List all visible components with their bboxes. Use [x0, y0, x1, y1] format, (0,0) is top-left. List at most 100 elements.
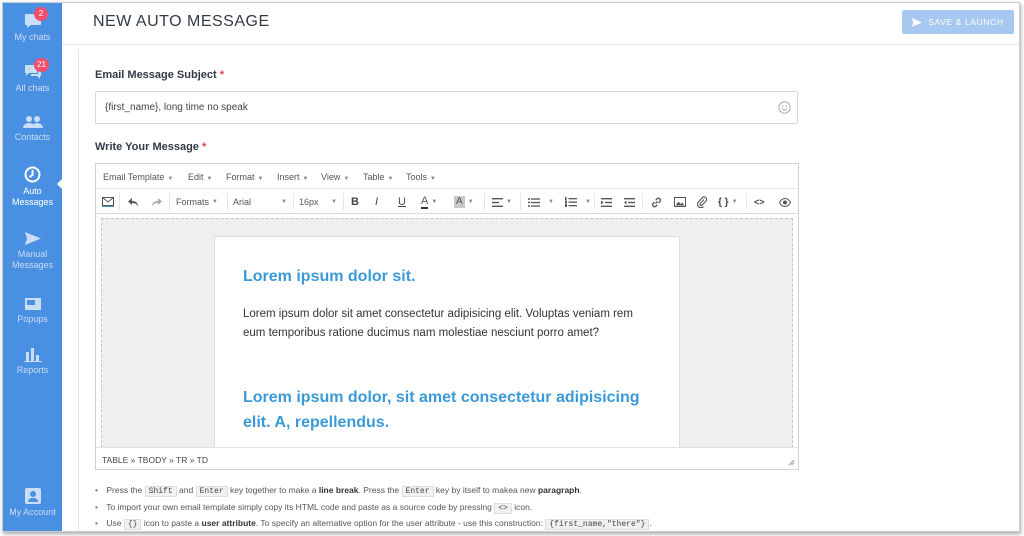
sidebar-item-label: My Account [9, 507, 56, 517]
subject-input[interactable]: {first_name}, long time no speak [95, 91, 798, 124]
editor-canvas[interactable]: Lorem ipsum dolor sit. Lorem ipsum dolor… [101, 218, 793, 448]
indent-button[interactable] [624, 195, 635, 209]
redo-icon [152, 197, 162, 207]
redo-button[interactable] [152, 195, 162, 209]
italic-icon: I [375, 196, 379, 208]
sidebar-item-manual-messages[interactable]: Manual Messages [3, 231, 62, 271]
save-and-launch-button[interactable]: SAVE & LAUNCH [902, 10, 1014, 34]
contacts-icon [22, 116, 43, 128]
email-body[interactable]: Lorem ipsum dolor sit. Lorem ipsum dolor… [214, 236, 680, 447]
sidebar-item-label: Auto Messages [11, 186, 54, 207]
menu-view[interactable]: View ▼ [321, 172, 349, 182]
preview-button[interactable] [779, 195, 791, 209]
menu-label: Email Template [103, 172, 165, 182]
font-family-dropdown[interactable]: Arial ▼ [233, 195, 287, 209]
font-color-icon: A [421, 194, 429, 209]
sidebar-item-auto-messages[interactable]: Auto Messages [3, 166, 62, 208]
required-mark: * [202, 141, 207, 153]
subject-label: Email Message Subject * [95, 69, 224, 81]
indent-icon [624, 197, 635, 207]
envelope-icon [102, 197, 114, 207]
content-heading-2: Lorem ipsum dolor, sit amet consectetur … [243, 389, 640, 431]
sidebar-item-reports[interactable]: Reports [3, 346, 62, 376]
bold-icon: B [351, 196, 359, 208]
sidebar-item-contacts[interactable]: Contacts [3, 115, 62, 143]
source-code-key: <> [494, 502, 512, 514]
braces-icon: { } [718, 196, 729, 208]
menu-table[interactable]: Table ▼ [363, 172, 393, 182]
undo-icon [128, 197, 138, 207]
rich-text-editor: Email Template ▼ Edit ▼ Format ▼ Insert ▼ Vi… [95, 163, 799, 470]
background-color-button[interactable]: A ▼ [454, 195, 474, 209]
auto-messages-icon [24, 166, 41, 183]
font-color-button[interactable]: A ▼ [421, 195, 437, 209]
resize-grip-icon[interactable] [788, 459, 795, 466]
menu-tools[interactable]: Tools ▼ [406, 172, 436, 182]
page-header: NEW AUTO MESSAGE SAVE & LAUNCH [62, 3, 1019, 45]
unread-badge: 21 [34, 58, 49, 72]
italic-button[interactable]: I [375, 195, 378, 209]
eye-icon [779, 197, 791, 207]
account-icon [24, 488, 41, 504]
align-dropdown[interactable]: ▼ [492, 195, 512, 209]
sidebar-item-all-chats[interactable]: All chats 21 [3, 58, 62, 94]
menu-insert[interactable]: Insert ▼ [277, 172, 308, 182]
app-window: My chats 2 All chats 21 Contacts Auto Me… [2, 2, 1020, 532]
send-icon [24, 232, 41, 245]
source-code-icon: <> [754, 197, 765, 207]
sidebar-item-label: Manual Messages [11, 249, 54, 270]
hint-user-attribute: Use {} icon to paste a user attribute. T… [95, 516, 995, 531]
user-attribute-dropdown[interactable]: { } ▼ [718, 195, 738, 209]
underline-button[interactable]: U [398, 195, 406, 209]
element-path: TABLE » TBODY » TR » TD [102, 455, 208, 465]
menu-label: Tools [406, 172, 428, 182]
menu-label: Insert [277, 172, 300, 182]
sidebar: My chats 2 All chats 21 Contacts Auto Me… [3, 3, 62, 531]
formats-dropdown[interactable]: Formats ▼ [176, 195, 218, 209]
menu-edit[interactable]: Edit ▼ [188, 172, 212, 182]
hint-line-break: Press the Shift and Enter key together t… [95, 483, 995, 500]
sidebar-item-label: My chats [14, 32, 51, 42]
editor-toolbar: Formats ▼ Arial ▼ 16px ▼ B I U A ▼ A ▼ ▼ ▼ ▼ [96, 189, 798, 214]
sidebar-item-popups[interactable]: Popups [3, 297, 62, 325]
sidebar-item-my-chats[interactable]: My chats 2 [3, 7, 62, 43]
bullet-list-icon [528, 197, 540, 207]
braces-key: {} [123, 519, 142, 530]
bold-button[interactable]: B [351, 195, 359, 209]
menu-label: View [321, 172, 341, 182]
message-label: Write Your Message * [95, 141, 206, 153]
page-title: NEW AUTO MESSAGE [93, 13, 270, 30]
sidebar-item-label: Contacts [14, 132, 51, 142]
sidebar-item-label: All chats [15, 83, 50, 93]
bullet-list-dropdown[interactable]: ▼ [528, 195, 554, 209]
send-icon [912, 17, 923, 27]
menu-label: Edit [188, 172, 204, 182]
insert-link-button[interactable] [651, 195, 662, 209]
attribute-example: {first_name,"there"} [545, 519, 650, 530]
link-icon [651, 197, 662, 207]
hint-import-template: To import your own email template simply… [95, 500, 995, 517]
content-heading-1: Lorem ipsum dolor sit. [243, 268, 416, 285]
key-shift: Shift [144, 486, 177, 497]
numbered-list-dropdown[interactable]: ▼ [565, 195, 591, 209]
menu-label: Table [363, 172, 385, 182]
content-paragraph: Lorem ipsum dolor sit amet consectetur a… [243, 308, 633, 339]
editor-menubar: Email Template ▼ Edit ▼ Format ▼ Insert ▼ Vi… [96, 164, 798, 189]
image-icon [674, 197, 686, 207]
email-template-button[interactable] [102, 195, 114, 209]
outdent-button[interactable] [601, 195, 612, 209]
insert-image-button[interactable] [674, 195, 686, 209]
save-button-label: SAVE & LAUNCH [928, 17, 1004, 27]
emoji-picker-icon[interactable] [778, 101, 791, 114]
menu-label: Format [226, 172, 255, 182]
menu-format[interactable]: Format ▼ [226, 172, 263, 182]
source-code-button[interactable]: <> [754, 195, 765, 209]
sidebar-item-my-account[interactable]: My Account [3, 488, 62, 518]
key-enter: Enter [195, 486, 228, 497]
font-size-label: 16px [299, 197, 319, 207]
formats-label: Formats [176, 197, 210, 207]
font-size-dropdown[interactable]: 16px ▼ [299, 195, 337, 209]
menu-email-template[interactable]: Email Template ▼ [103, 172, 173, 182]
attachment-button[interactable] [697, 195, 707, 209]
undo-button[interactable] [128, 195, 138, 209]
